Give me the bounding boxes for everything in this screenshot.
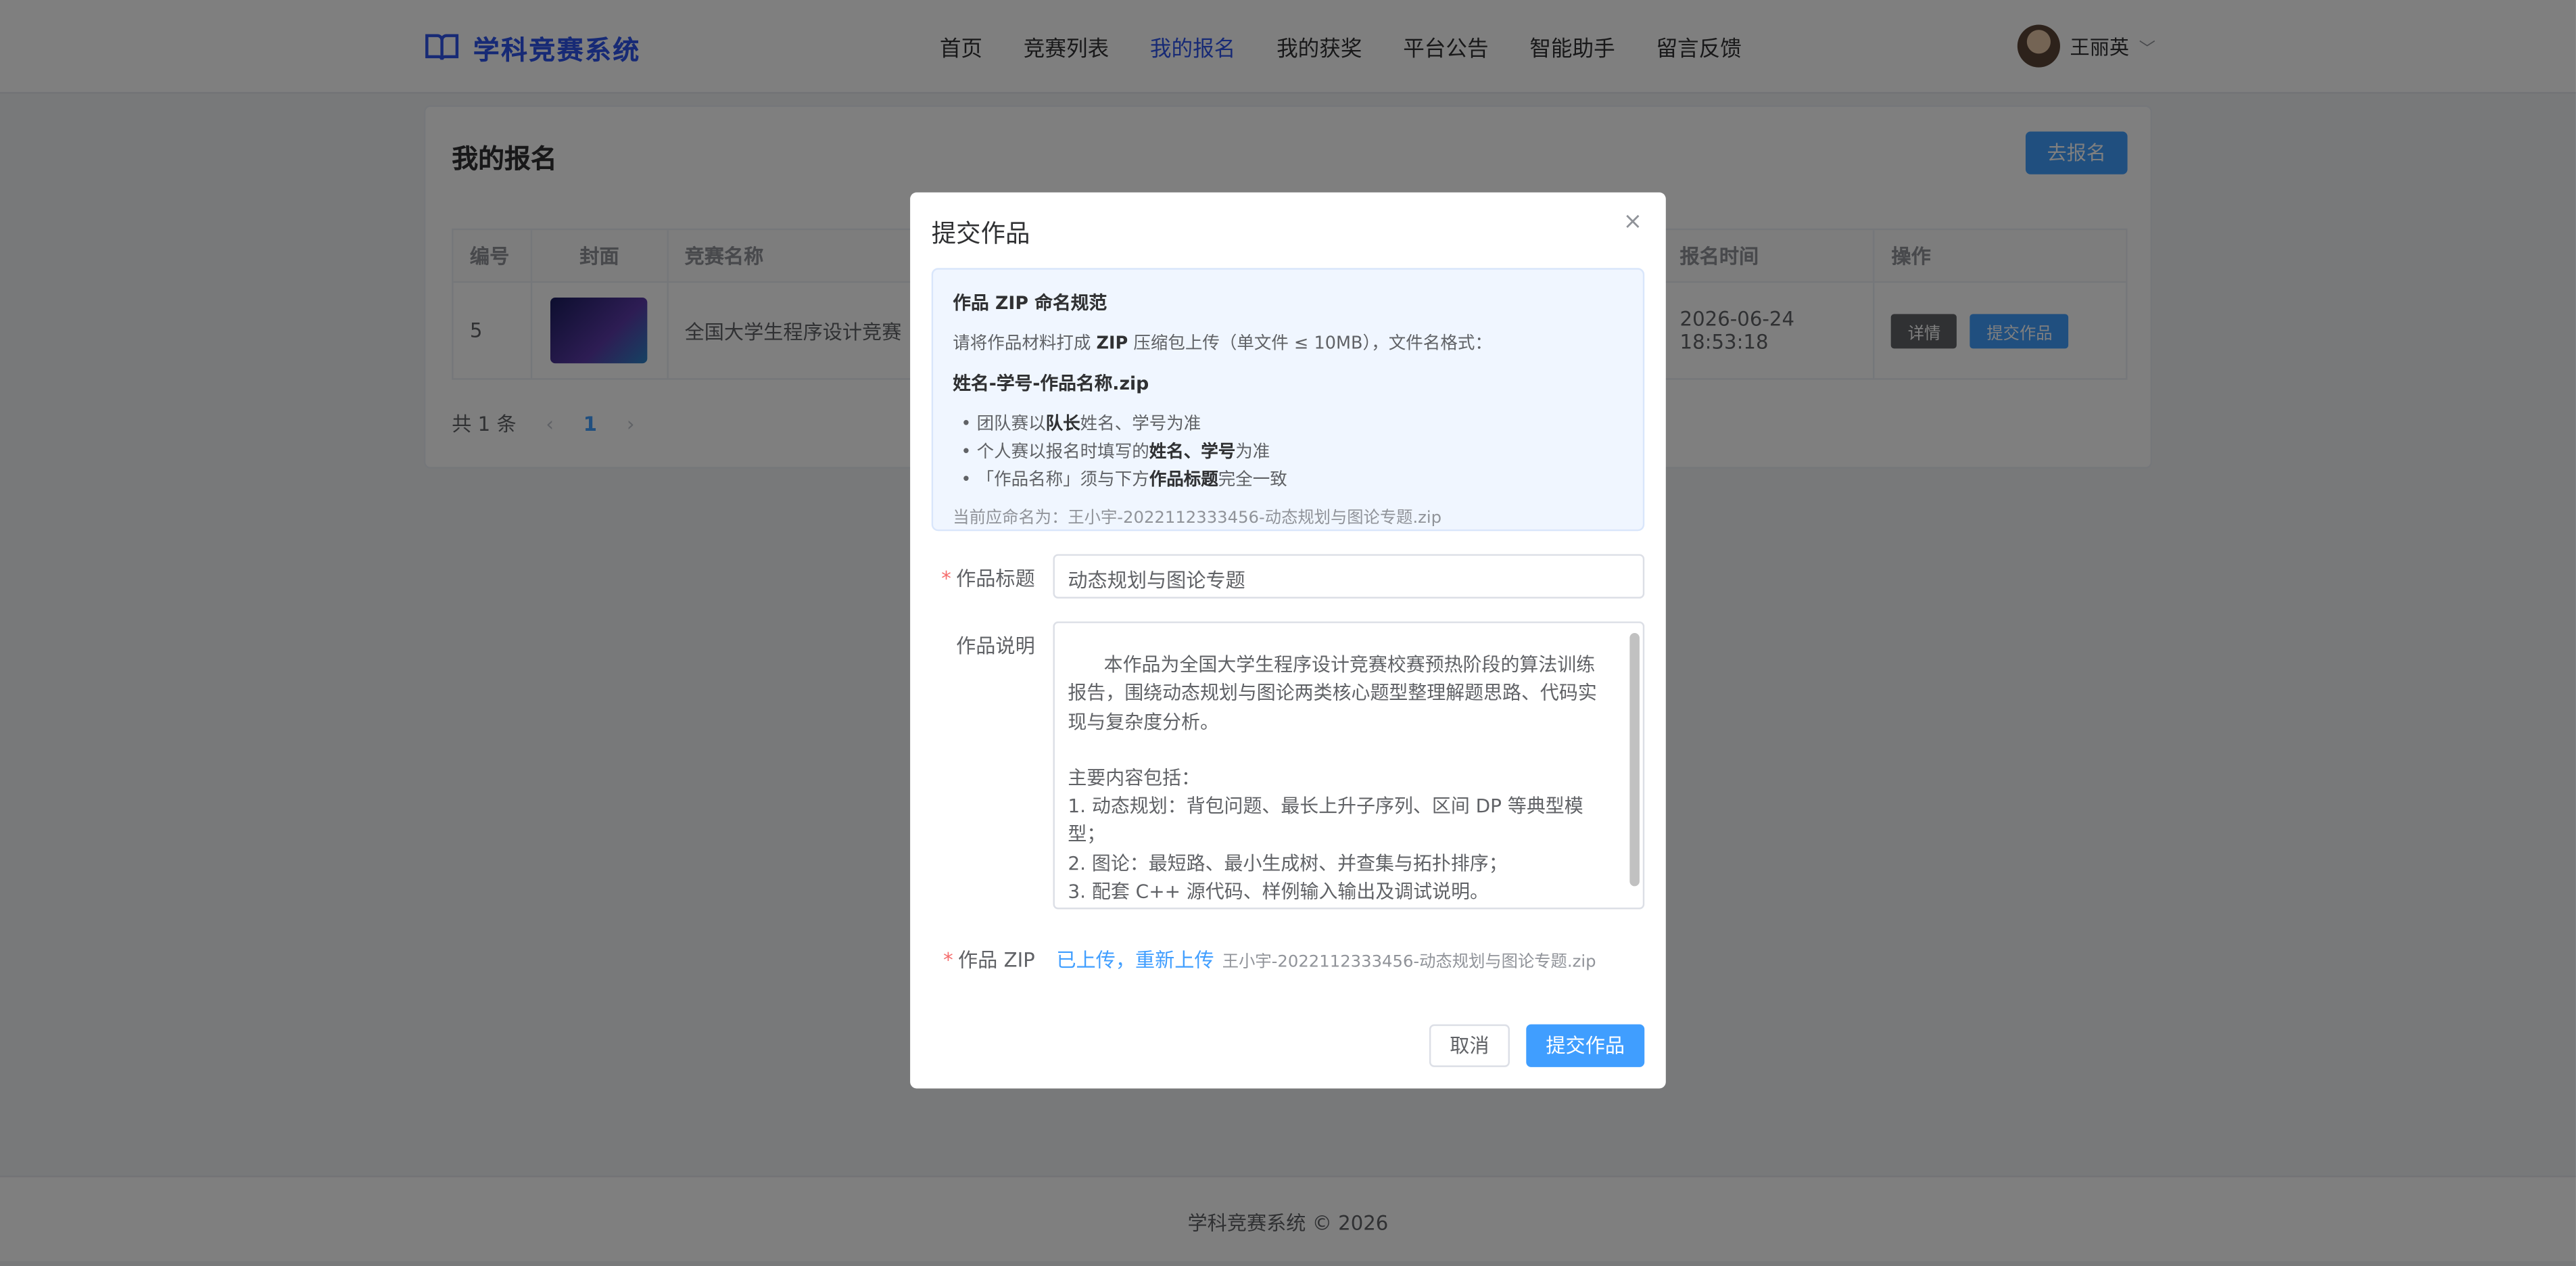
- work-description-textarea[interactable]: 本作品为全国大学生程序设计竞赛校赛预热阶段的算法训练报告，围绕动态规划与图论两类…: [1053, 621, 1645, 910]
- notice-current-name: 当前应命名为：王小宇-2022112333456-动态规划与图论专题.zip: [953, 509, 1442, 528]
- naming-notice: 作品 ZIP 命名规范 请将作品材料打成 ZIP 压缩包上传（单文件 ≤ 10M…: [931, 268, 1645, 532]
- submit-work-button[interactable]: 提交作品: [1526, 1024, 1645, 1067]
- desc-label: 作品说明: [956, 634, 1035, 658]
- description-text: 本作品为全国大学生程序设计竞赛校赛预热阶段的算法训练报告，围绕动态规划与图论两类…: [1068, 653, 1597, 903]
- reupload-link[interactable]: 已上传，重新上传: [1056, 945, 1214, 973]
- uploaded-file-name: 王小宇-2022112333456-动态规划与图论专题.zip: [1222, 954, 1596, 972]
- work-title-input[interactable]: 动态规划与图论专题: [1053, 554, 1645, 599]
- notice-rules: • 团队赛以队长姓名、学号为准 • 个人赛以报名时填写的姓名、学号为准 • 「作…: [953, 411, 1623, 495]
- title-label: * 作品标题: [941, 567, 1035, 590]
- notice-format: 姓名-学号-作品名称.zip: [953, 373, 1149, 395]
- submit-work-dialog: 提交作品 × 作品 ZIP 命名规范 请将作品材料打成 ZIP 压缩包上传（单文…: [910, 192, 1666, 1089]
- close-icon[interactable]: ×: [1623, 209, 1643, 235]
- notice-rule: • 「作品名称」须与下方作品标题完全一致: [961, 470, 1287, 490]
- notice-rule: • 个人赛以报名时填写的姓名、学号为准: [961, 442, 1270, 463]
- notice-rule: • 团队赛以队长姓名、学号为准: [961, 414, 1201, 434]
- textarea-scrollbar[interactable]: [1629, 633, 1640, 887]
- cancel-button[interactable]: 取消: [1429, 1024, 1510, 1067]
- notice-title: 作品 ZIP 命名规范: [953, 292, 1107, 314]
- dialog-title: 提交作品: [931, 218, 1030, 249]
- zip-label: * 作品 ZIP: [943, 948, 1035, 972]
- notice-intro: 请将作品材料打成 ZIP 压缩包上传（单文件 ≤ 10MB），文件名格式：: [953, 333, 1492, 354]
